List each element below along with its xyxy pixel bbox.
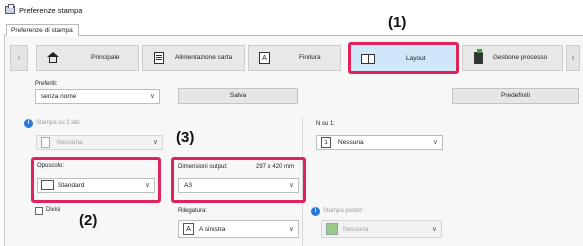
home-icon [47,52,60,64]
chevron-down-icon: ∨ [431,226,437,233]
divisi-checkbox[interactable] [35,207,43,215]
duplex-dropdown[interactable]: Nessuna ∨ [36,135,163,150]
chevron-down-icon: ∨ [152,139,158,146]
poster-dropdown[interactable]: Nessuna ∨ [321,220,442,238]
opuscolo-value: Standard [58,182,85,189]
paper-tray-icon [153,52,166,64]
booklet-icon [41,180,54,190]
tabs-scroll-right-button[interactable]: › [566,45,580,71]
rilegatura-label: Rilegatura: [178,208,208,214]
preferiti-value: senza nome [41,93,77,100]
window-title: Preferenze stampa [19,6,83,15]
chevron-down-icon: ∨ [432,139,438,146]
tab-finitura-label: Finitura [299,54,321,61]
duplex-icon [41,137,50,148]
tab-preferenze-di-stampa[interactable]: Preferenze di stampa [6,24,79,36]
opuscolo-label: Opuscolo: [37,163,65,169]
divisi-label: Divisi [46,207,61,213]
tab-principale-label: Principale [91,54,120,61]
tab-layout-label: Layout [406,55,426,62]
chevron-down-icon: ∨ [149,93,155,100]
n-up-value: Nessuna [338,139,364,146]
output-size-label: Dimensioni output: [178,164,228,170]
rilegatura-dropdown[interactable]: A A sinistra ∨ [178,220,299,238]
opuscolo-dropdown[interactable]: Standard ∨ [37,178,155,193]
document-tab-strip: Preferenze di stampa [4,24,583,36]
n-up-icon: 1 [321,137,331,148]
tab-layout[interactable]: Layout [348,42,459,74]
poster-label: Stampa poster: [323,208,364,214]
chevron-down-icon: ∨ [144,182,150,189]
duplex-value: Nessuna [57,139,83,146]
tab-finitura[interactable]: A Finitura [248,45,341,71]
output-size-dimensions: 297 x 420 mm [256,164,295,170]
poster-icon [326,223,338,235]
title-bar: Preferenze stampa [0,0,583,22]
output-size-value: A3 [184,182,192,189]
tab-principale[interactable]: Principale [36,45,139,71]
chevron-down-icon: ∨ [288,226,294,233]
info-icon: i [311,207,320,216]
n-up-label: N su 1: [316,121,336,127]
preferiti-dropdown[interactable]: senza nome ∨ [35,89,160,104]
rilegatura-value: A sinistra [199,226,226,233]
tabs-scroll-left-button[interactable]: ‹ [10,45,28,71]
defaults-button[interactable]: Predefiniti [452,88,579,104]
finishing-icon: A [259,52,272,64]
callout-2: (2) [79,212,98,229]
poster-value: Nessuna [343,226,369,233]
tab-gestione-processo[interactable]: Gestione processo [462,45,563,71]
output-size-dropdown[interactable]: A3 ∨ [178,178,299,193]
callout-3: (3) [176,129,195,146]
tab-alimentazione-carta[interactable]: Alimentazione carta [142,45,245,71]
tab-alimentazione-label: Alimentazione carta [175,54,233,61]
save-button[interactable]: Salva [178,88,298,104]
duplex-label: Stampa su 2 lati: [36,120,81,126]
job-handling-icon [473,49,486,64]
n-up-dropdown[interactable]: 1 Nessuna ∨ [316,135,443,150]
preferiti-label: Preferiti: [35,81,58,87]
layout-icon [361,53,375,65]
callout-1: (1) [388,14,407,31]
tab-gestione-label: Gestione processo [493,54,548,61]
chevron-down-icon: ∨ [288,182,294,189]
binding-left-icon: A [183,223,194,235]
info-icon: i [24,119,33,128]
printer-app-icon [5,4,15,14]
